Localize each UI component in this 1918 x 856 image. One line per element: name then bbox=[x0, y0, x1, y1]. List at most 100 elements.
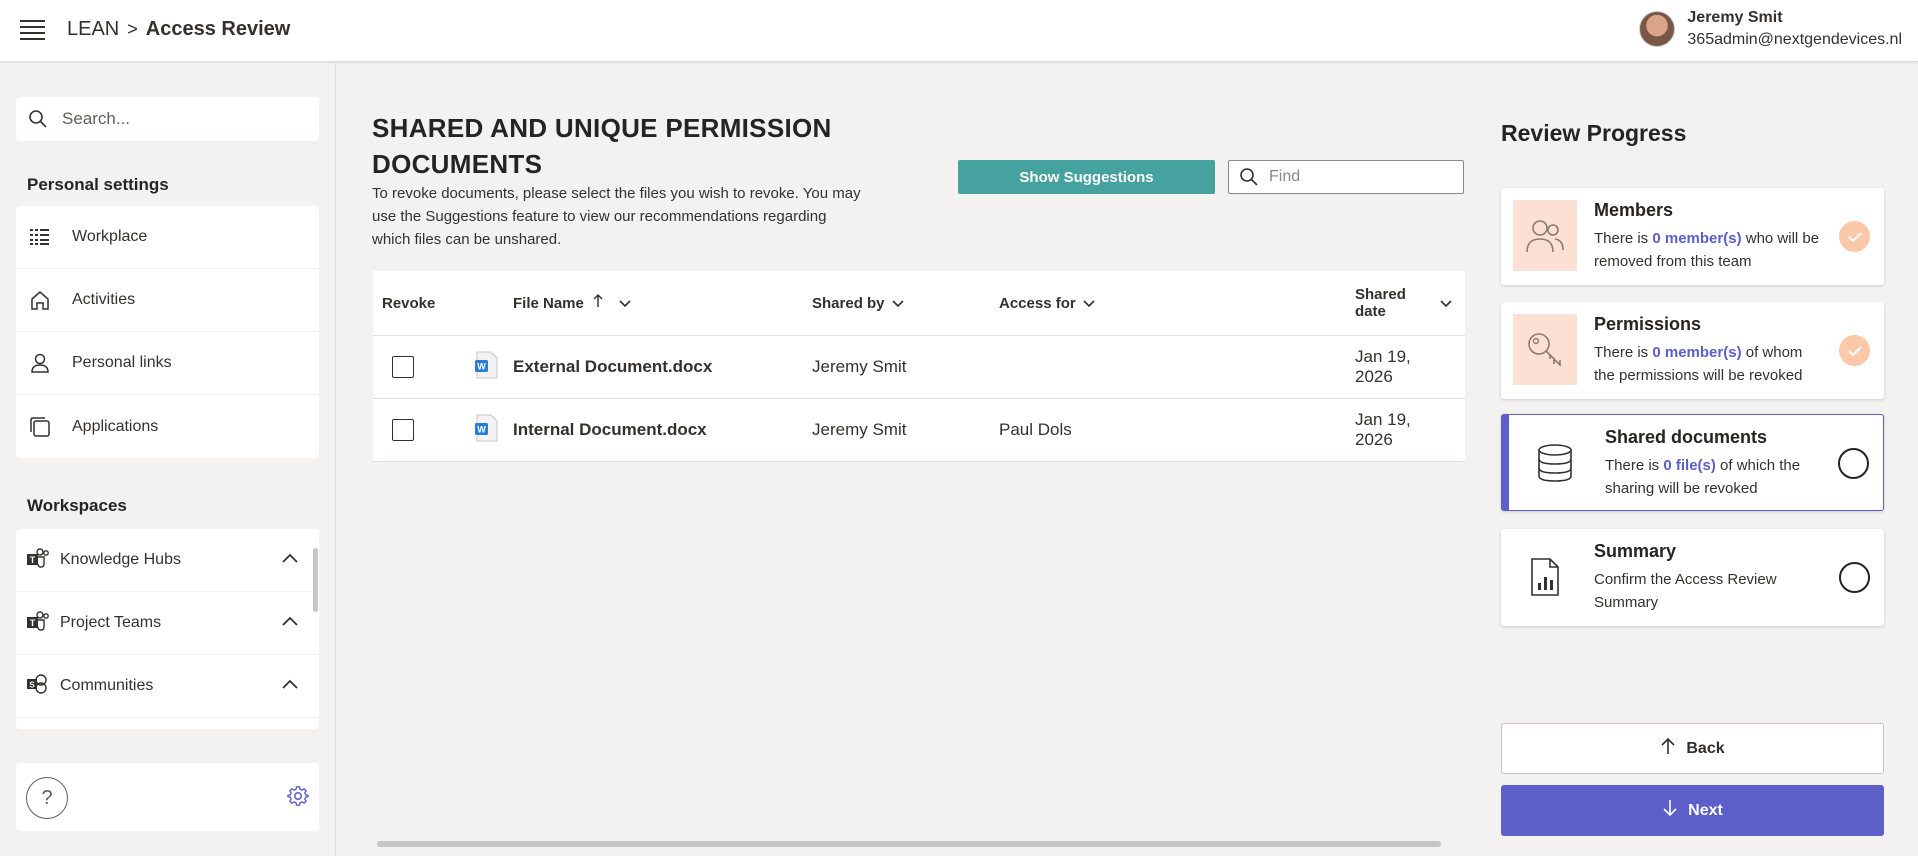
teams-icon: T bbox=[26, 610, 50, 636]
people-icon bbox=[1513, 200, 1577, 271]
shared-by: Jeremy Smit bbox=[812, 420, 907, 439]
step-description: There is 0 member(s) of whom the permiss… bbox=[1594, 344, 1803, 384]
key-icon bbox=[1513, 314, 1577, 385]
shared-date: Jan 19, 2026 bbox=[1355, 347, 1411, 386]
find-input[interactable] bbox=[1269, 168, 1449, 186]
chevron-up-icon[interactable] bbox=[281, 614, 299, 632]
menu-icon[interactable] bbox=[20, 20, 45, 40]
person-icon bbox=[28, 351, 52, 375]
file-name[interactable]: External Document.docx bbox=[513, 357, 812, 377]
breadcrumb-separator: > bbox=[127, 19, 138, 39]
workspaces-list: T Knowledge Hubs T Project Teams S Commu… bbox=[16, 529, 319, 729]
column-label: Access for bbox=[999, 294, 1076, 312]
step-summary[interactable]: Summary Confirm the Access Review Summar… bbox=[1501, 529, 1884, 626]
chevron-down-icon[interactable] bbox=[618, 295, 632, 312]
word-doc-icon: W bbox=[473, 351, 499, 384]
show-suggestions-button[interactable]: Show Suggestions bbox=[958, 160, 1215, 194]
apps-icon bbox=[28, 415, 52, 439]
sidebar-footer: ? bbox=[16, 763, 319, 831]
top-bar: LEAN > Access Review Jeremy Smit 365admi… bbox=[0, 0, 1918, 62]
sidebar-item-label: Communities bbox=[60, 677, 154, 694]
svg-text:S: S bbox=[29, 680, 35, 689]
revoke-checkbox[interactable] bbox=[392, 356, 414, 378]
sidebar-item-knowledge-hubs[interactable]: T Knowledge Hubs bbox=[16, 529, 319, 592]
table-header: Revoke File Name Shared by Access for Sh… bbox=[373, 271, 1465, 336]
pending-circle-icon bbox=[1839, 562, 1870, 593]
page-description: To revoke documents, please select the f… bbox=[372, 185, 861, 248]
column-file-name[interactable]: File Name bbox=[513, 293, 812, 313]
sidebar-item-applications[interactable]: Applications bbox=[16, 395, 319, 458]
step-title: Shared documents bbox=[1605, 427, 1768, 447]
word-doc-icon: W bbox=[473, 414, 499, 447]
table-row[interactable]: W External Document.docx Jeremy Smit Jan… bbox=[373, 336, 1465, 399]
breadcrumb-root[interactable]: LEAN bbox=[67, 18, 119, 41]
sidebar-item-activities[interactable]: Activities bbox=[16, 269, 319, 332]
search-icon bbox=[29, 110, 47, 128]
step-description: There is 0 file(s) of which the sharing … bbox=[1605, 457, 1801, 497]
sidebar: Personal settings Workplace Activities P… bbox=[0, 63, 336, 856]
home-icon bbox=[28, 288, 52, 312]
sidebar-item-label: Project Teams bbox=[60, 614, 162, 631]
chevron-up-icon[interactable] bbox=[281, 677, 299, 695]
search-icon bbox=[1240, 168, 1258, 186]
find-box[interactable] bbox=[1228, 160, 1464, 194]
teams-icon: T bbox=[26, 547, 50, 573]
step-members[interactable]: Members There is 0 member(s) who will be… bbox=[1501, 188, 1884, 285]
table-row[interactable]: W Internal Document.docx Jeremy Smit Pau… bbox=[373, 399, 1465, 462]
chevron-down-icon[interactable] bbox=[1082, 295, 1096, 312]
personal-settings-title: Personal settings bbox=[27, 175, 169, 194]
chevron-down-icon[interactable] bbox=[1439, 295, 1453, 312]
pending-circle-icon bbox=[1838, 448, 1869, 479]
chevron-down-icon[interactable] bbox=[891, 295, 905, 312]
sidebar-item-workplace[interactable]: Workplace bbox=[16, 206, 319, 269]
column-shared-date[interactable]: Shared date bbox=[1355, 286, 1465, 320]
next-button[interactable]: Next bbox=[1501, 785, 1884, 836]
back-button[interactable]: Back bbox=[1501, 723, 1884, 774]
help-button[interactable]: ? bbox=[26, 777, 68, 819]
grid-list-icon bbox=[28, 225, 52, 249]
review-progress-title: Review Progress bbox=[1501, 120, 1687, 146]
breadcrumb-current: Access Review bbox=[145, 18, 291, 40]
step-description: Confirm the Access Review Summary bbox=[1594, 571, 1777, 611]
step-shared-documents[interactable]: Shared documents There is 0 file(s) of w… bbox=[1501, 414, 1884, 511]
database-icon bbox=[1523, 427, 1587, 498]
report-icon bbox=[1513, 541, 1577, 612]
shared-date: Jan 19, 2026 bbox=[1355, 410, 1411, 449]
sidebar-item-project-teams[interactable]: T Project Teams bbox=[16, 592, 319, 655]
personal-settings-list: Workplace Activities Personal links Appl… bbox=[16, 206, 319, 458]
user-menu[interactable]: Jeremy Smit 365admin@nextgendevices.nl bbox=[1639, 7, 1902, 51]
step-title: Members bbox=[1594, 200, 1674, 220]
column-label: Shared date bbox=[1355, 286, 1406, 320]
chevron-up-icon[interactable] bbox=[281, 551, 299, 569]
checkmark-icon bbox=[1839, 221, 1870, 252]
search-input[interactable] bbox=[62, 109, 292, 129]
step-permissions[interactable]: Permissions There is 0 member(s) of whom… bbox=[1501, 302, 1884, 399]
arrow-down-icon bbox=[1662, 799, 1678, 822]
svg-text:T: T bbox=[30, 618, 36, 628]
sidebar-item-communities[interactable]: S Communities bbox=[16, 655, 319, 718]
step-title: Permissions bbox=[1594, 314, 1702, 334]
page-title: SHARED AND UNIQUE PERMISSION DOCUMENTS bbox=[372, 113, 832, 179]
sidebar-search[interactable] bbox=[16, 97, 319, 141]
breadcrumb: LEAN > Access Review bbox=[67, 18, 290, 41]
svg-text:W: W bbox=[477, 424, 486, 434]
column-shared-by[interactable]: Shared by bbox=[812, 295, 999, 312]
access-for: Paul Dols bbox=[999, 420, 1072, 439]
column-label: File Name bbox=[513, 294, 584, 312]
user-email: 365admin@nextgendevices.nl bbox=[1687, 31, 1902, 48]
gear-icon[interactable] bbox=[287, 785, 309, 812]
sort-ascending-icon[interactable] bbox=[592, 293, 604, 313]
column-label: Shared by bbox=[812, 294, 885, 312]
table-horizontal-scrollbar[interactable] bbox=[373, 840, 1465, 848]
revoke-checkbox[interactable] bbox=[392, 419, 414, 441]
file-name[interactable]: Internal Document.docx bbox=[513, 420, 812, 440]
sidebar-scrollbar[interactable] bbox=[313, 548, 318, 612]
sidebar-item-label: Activities bbox=[72, 291, 136, 308]
column-revoke: Revoke bbox=[382, 294, 436, 312]
sidebar-item-personal-links[interactable]: Personal links bbox=[16, 332, 319, 395]
documents-table: Revoke File Name Shared by Access for Sh… bbox=[373, 271, 1465, 462]
sidebar-item-label: Workplace bbox=[72, 228, 148, 245]
column-access-for[interactable]: Access for bbox=[999, 295, 1355, 312]
workspaces-title: Workspaces bbox=[27, 496, 127, 515]
avatar[interactable] bbox=[1639, 11, 1676, 47]
